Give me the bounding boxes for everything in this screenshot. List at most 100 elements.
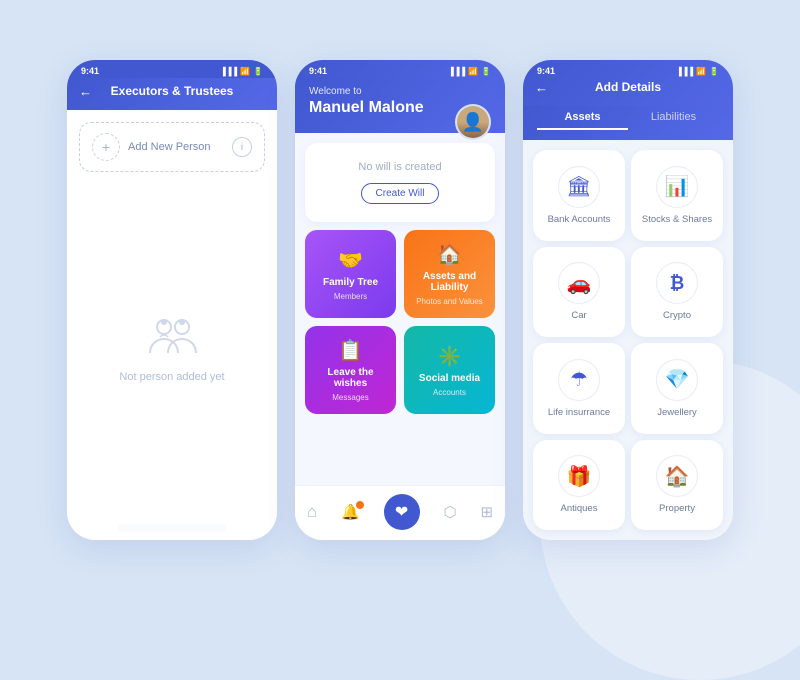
wifi-icon: 📶: [240, 67, 250, 76]
signal-icon: ▐▐▐: [220, 67, 237, 76]
bank-label: Bank Accounts: [548, 214, 611, 225]
crypto-icon-circle: ₿: [656, 262, 698, 304]
life-icon: ☂: [570, 367, 588, 392]
asset-antiques[interactable]: 🎁 Antiques: [533, 440, 625, 531]
add-details-title: Add Details: [595, 80, 661, 94]
battery-icon-3: 🔋: [709, 67, 719, 76]
assets-sub: Photos and Values: [416, 297, 483, 306]
people-icon: [142, 313, 202, 363]
assets-grid: 🏛 Bank Accounts 📊 Stocks & Shares 🚗 Car …: [523, 140, 733, 540]
asset-jewellery[interactable]: 💎 Jewellery: [631, 343, 723, 434]
property-icon: 🏠: [665, 464, 690, 489]
status-time-1: 9:41: [81, 66, 99, 76]
info-icon[interactable]: i: [232, 137, 252, 157]
social-sub: Accounts: [433, 388, 466, 397]
nav-bell[interactable]: 🔔: [341, 503, 360, 521]
stocks-icon: 📊: [665, 174, 690, 199]
social-card[interactable]: ✳️ Social media Accounts: [404, 326, 495, 414]
home-header: Welcome to Manuel Malone 👤: [295, 78, 505, 133]
add-details-header: ← Add Details: [523, 78, 733, 106]
create-will-button[interactable]: Create Will: [361, 183, 440, 204]
empty-text: Not person added yet: [119, 371, 224, 383]
heart-nav-icon: ❤: [395, 502, 408, 522]
welcome-to: Welcome to: [309, 86, 491, 97]
tabs-row: Assets Liabilities: [523, 106, 733, 140]
executors-title: Executors & Trustees: [111, 84, 234, 98]
life-label: Life insurrance: [548, 407, 610, 418]
antiques-icon: 🎁: [567, 464, 592, 489]
bank-icon: 🏛: [566, 174, 591, 199]
bank-icon-circle: 🏛: [558, 166, 600, 208]
nav-grid[interactable]: ⊞: [480, 503, 493, 521]
empty-state: Not person added yet: [67, 180, 277, 516]
family-tree-card[interactable]: 🤝 Family Tree Members: [305, 230, 396, 318]
car-icon-circle: 🚗: [558, 262, 600, 304]
status-bar-1: 9:41 ▐▐▐ 📶 🔋: [67, 60, 277, 78]
stocks-icon-circle: 📊: [656, 166, 698, 208]
grid-nav-icon: ⊞: [480, 503, 493, 521]
social-icon: ✳️: [437, 344, 462, 369]
avatar-face: 👤: [457, 106, 489, 138]
car-icon: 🚗: [567, 271, 592, 296]
status-icons-3: ▐▐▐ 📶 🔋: [676, 67, 719, 76]
will-card: No will is created Create Will: [305, 143, 495, 222]
status-icons-1: ▐▐▐ 📶 🔋: [220, 67, 263, 76]
status-time-2: 9:41: [309, 66, 327, 76]
back-button-3[interactable]: ←: [535, 80, 548, 95]
battery-icon-2: 🔋: [481, 67, 491, 76]
status-time-3: 9:41: [537, 66, 555, 76]
signal-icon-3: ▐▐▐: [676, 67, 693, 76]
executors-header: ← Executors & Trustees: [67, 78, 277, 110]
avatar: 👤: [455, 104, 491, 140]
tab-liabilities[interactable]: Liabilities: [628, 106, 719, 130]
wishes-title: Leave the wishes: [313, 367, 388, 389]
asset-property[interactable]: 🏠 Property: [631, 440, 723, 531]
battery-icon: 🔋: [253, 67, 263, 76]
jewellery-icon: 💎: [665, 367, 690, 392]
status-bar-2: 9:41 ▐▐▐ 📶 🔋: [295, 60, 505, 78]
wishes-sub: Messages: [332, 393, 368, 402]
jewellery-label: Jewellery: [657, 407, 697, 418]
assets-body: 🏛 Bank Accounts 📊 Stocks & Shares 🚗 Car …: [523, 140, 733, 540]
back-button-1[interactable]: ←: [79, 84, 92, 99]
home-nav-icon: ⌂: [307, 502, 317, 522]
asset-car[interactable]: 🚗 Car: [533, 247, 625, 338]
nav-heart[interactable]: ❤: [384, 494, 420, 530]
notification-badge: [356, 501, 364, 509]
status-bar-3: 9:41 ▐▐▐ 📶 🔋: [523, 60, 733, 78]
wishes-icon: 📋: [338, 338, 363, 363]
add-person-left: + Add New Person: [92, 133, 211, 161]
asset-life-insurance[interactable]: ☂ Life insurrance: [533, 343, 625, 434]
phone-executors: 9:41 ▐▐▐ 📶 🔋 ← Executors & Trustees + Ad…: [67, 60, 277, 540]
property-icon-circle: 🏠: [656, 455, 698, 497]
wifi-icon-3: 📶: [696, 67, 706, 76]
asset-stocks[interactable]: 📊 Stocks & Shares: [631, 150, 723, 241]
nav-share[interactable]: ⬡: [443, 503, 456, 521]
tab-assets[interactable]: Assets: [537, 106, 628, 130]
family-icon: 🤝: [338, 248, 363, 273]
antiques-label: Antiques: [561, 503, 598, 514]
asset-bank-accounts[interactable]: 🏛 Bank Accounts: [533, 150, 625, 241]
life-icon-circle: ☂: [558, 359, 600, 401]
wishes-card[interactable]: 📋 Leave the wishes Messages: [305, 326, 396, 414]
assets-card[interactable]: 🏠 Assets and Liability Photos and Values: [404, 230, 495, 318]
grid-cards: 🤝 Family Tree Members 🏠 Assets and Liabi…: [295, 230, 505, 414]
add-person-card[interactable]: + Add New Person i: [79, 122, 265, 172]
plus-icon: +: [102, 139, 110, 155]
family-sub: Members: [334, 292, 367, 301]
phone-add-details: 9:41 ▐▐▐ 📶 🔋 ← Add Details Assets Liabil…: [523, 60, 733, 540]
add-circle-icon: +: [92, 133, 120, 161]
share-nav-icon: ⬡: [443, 503, 456, 521]
crypto-label: Crypto: [663, 310, 691, 321]
jewellery-icon-circle: 💎: [656, 359, 698, 401]
asset-crypto[interactable]: ₿ Crypto: [631, 247, 723, 338]
status-icons-2: ▐▐▐ 📶 🔋: [448, 67, 491, 76]
social-title: Social media: [419, 373, 480, 384]
add-person-label: Add New Person: [128, 141, 211, 153]
stocks-label: Stocks & Shares: [642, 214, 712, 225]
car-label: Car: [571, 310, 586, 321]
bottom-nav: ⌂ 🔔 ❤ ⬡ ⊞: [295, 485, 505, 540]
nav-home[interactable]: ⌂: [307, 502, 317, 522]
antiques-icon-circle: 🎁: [558, 455, 600, 497]
assets-icon: 🏠: [437, 242, 462, 267]
